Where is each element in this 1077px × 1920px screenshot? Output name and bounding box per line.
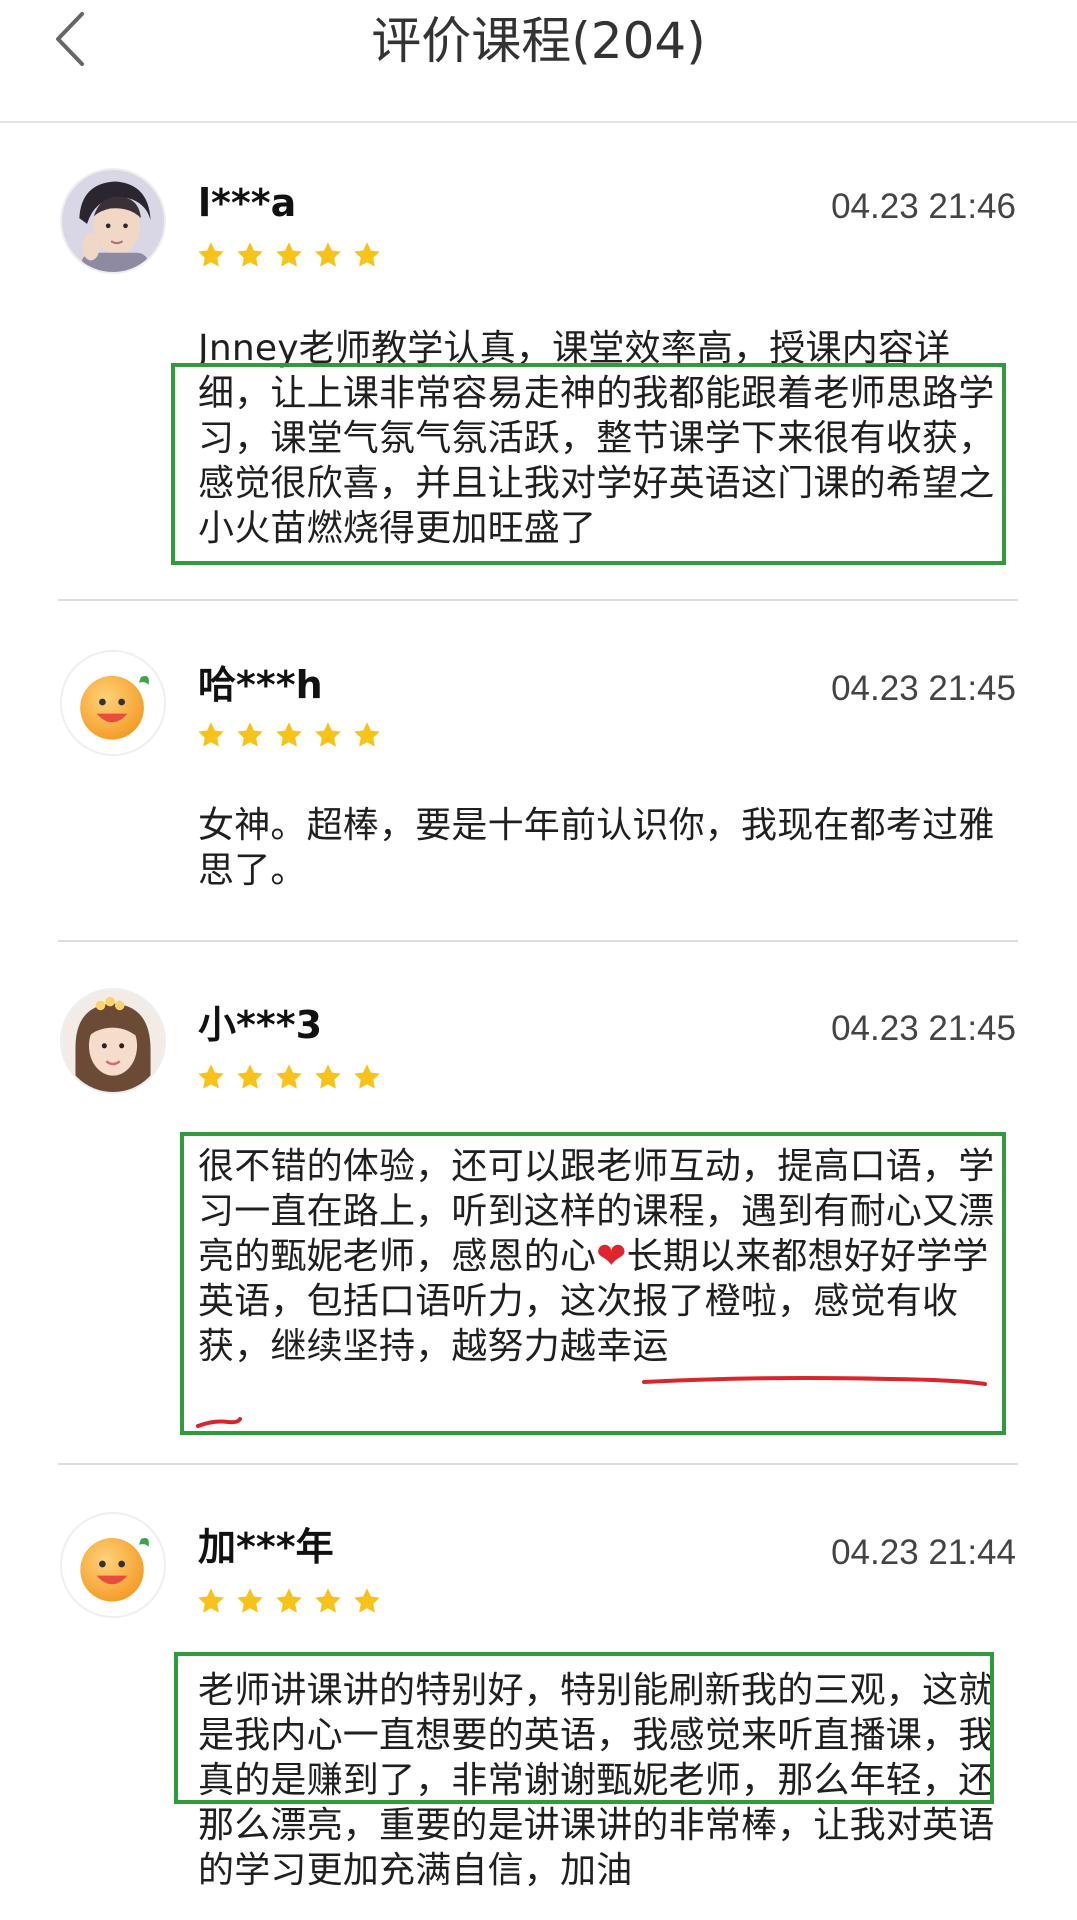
review-time: 04.23 21:45 <box>831 1009 1016 1048</box>
divider <box>58 1463 1018 1465</box>
username: 哈***h <box>198 663 323 707</box>
username: 加***年 <box>198 1525 334 1569</box>
username: 小***3 <box>198 1003 323 1047</box>
star-icon <box>237 1588 263 1613</box>
review-text: Jnney老师教学认真，课堂效率高，授课内容详细，让上课非常容易走神的我都能跟着… <box>198 328 995 549</box>
star-icon <box>315 1588 341 1613</box>
star-icon <box>237 1064 263 1089</box>
star-icon <box>276 722 302 747</box>
user-photo-avatar <box>62 170 164 272</box>
star-icon <box>354 242 380 267</box>
star-icon <box>237 722 263 747</box>
avatar[interactable] <box>60 650 166 756</box>
review-time: 04.23 21:45 <box>831 669 1016 708</box>
user-photo-avatar <box>62 990 164 1092</box>
heart-icon: ❤ <box>596 1236 627 1277</box>
default-smiley-avatar <box>62 652 164 754</box>
avatar[interactable] <box>60 168 166 274</box>
review-time: 04.23 21:44 <box>831 1533 1016 1572</box>
star-icon <box>237 242 263 267</box>
star-icon <box>198 722 224 747</box>
star-icon <box>315 242 341 267</box>
review-text: 很不错的体验，还可以跟老师互动，提高口语，学习一直在路上，听到这样的课程，遇到有… <box>198 1144 1018 1369</box>
red-underline <box>642 1376 987 1386</box>
star-rating <box>196 240 382 270</box>
star-icon <box>276 1064 302 1089</box>
page-title: 评价课程(204) <box>371 12 706 70</box>
star-icon <box>276 242 302 267</box>
review-time: 04.23 21:46 <box>831 187 1016 226</box>
star-icon <box>198 1588 224 1613</box>
star-icon <box>315 722 341 747</box>
reviews-page: 评价课程(204) l***a 04.23 21:46 Jnney老师教学认真，… <box>0 0 1077 1920</box>
default-smiley-avatar <box>62 1514 164 1616</box>
review-text: 老师讲课讲的特别好，特别能刷新我的三观，这就是我内心一直想要的英语，我感觉来听直… <box>198 1670 995 1891</box>
divider <box>58 599 1018 601</box>
avatar[interactable] <box>60 1512 166 1618</box>
star-rating <box>196 1586 382 1616</box>
star-icon <box>198 242 224 267</box>
divider <box>58 940 1018 942</box>
username: l***a <box>198 181 297 225</box>
star-icon <box>315 1064 341 1089</box>
red-underline <box>196 1417 242 1428</box>
star-icon <box>354 1588 380 1613</box>
avatar[interactable] <box>60 988 166 1094</box>
star-rating <box>196 1062 382 1092</box>
star-icon <box>354 722 380 747</box>
star-icon <box>198 1064 224 1089</box>
review-text: 女神。超棒，要是十年前认识你，我现在都考过雅思了。 <box>198 805 995 891</box>
star-rating <box>196 720 382 750</box>
star-icon <box>276 1588 302 1613</box>
star-icon <box>354 1064 380 1089</box>
top-nav-bar: 评价课程(204) <box>0 0 1077 123</box>
